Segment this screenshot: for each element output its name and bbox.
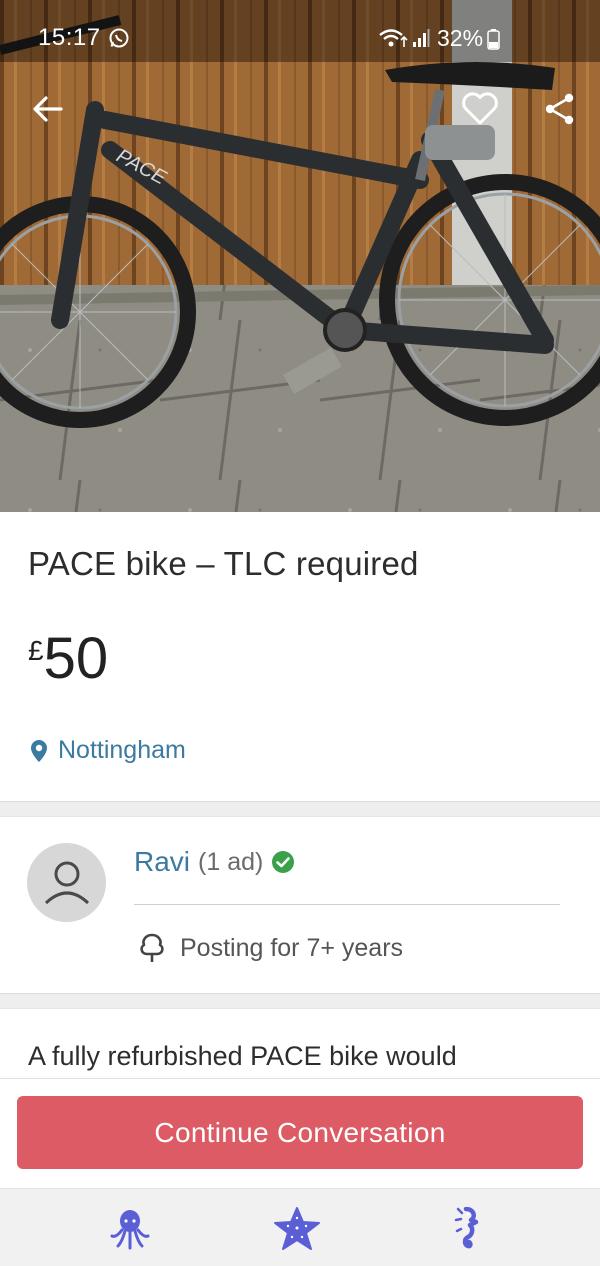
status-bar: 15:17 32%	[0, 0, 600, 62]
status-time: 15:17	[38, 24, 101, 51]
starfish-icon	[274, 1207, 320, 1250]
verified-check-icon	[272, 851, 295, 873]
listing-photo[interactable]: PACE 15:17 32%	[0, 0, 600, 512]
bike-photo: PACE	[0, 0, 600, 512]
battery-icon	[487, 28, 500, 50]
seller-ads-count: (1 ad)	[198, 847, 264, 876]
favourite-button[interactable]	[458, 87, 502, 131]
nav-item-starfish[interactable]	[273, 1205, 321, 1253]
posting-since-text: Posting for 7+ years	[180, 933, 404, 962]
section-divider	[0, 993, 600, 1009]
seller-avatar[interactable]	[27, 843, 106, 922]
user-icon	[44, 861, 89, 904]
price-amount: 50	[43, 626, 109, 691]
listing-description: A fully refurbished PACE bike would	[28, 1041, 457, 1071]
tree-icon	[140, 933, 164, 962]
back-button[interactable]	[25, 87, 69, 131]
listing-title: PACE bike – TLC required	[28, 545, 419, 582]
section-divider	[0, 801, 600, 817]
back-arrow-icon	[33, 96, 63, 122]
listing-price: £50	[28, 625, 108, 692]
share-icon	[545, 93, 574, 125]
nav-item-octopus[interactable]	[106, 1205, 154, 1253]
price-currency: £	[28, 635, 44, 666]
bottom-navigation	[0, 1188, 600, 1266]
whatsapp-icon	[108, 27, 130, 49]
battery-level: 32%	[437, 25, 484, 51]
nav-item-seahorse[interactable]	[441, 1205, 489, 1253]
seller-separator	[134, 904, 560, 905]
listing-location[interactable]: Nottingham	[30, 736, 186, 765]
location-label: Nottingham	[58, 736, 186, 764]
seller-info[interactable]: Ravi (1 ad)	[134, 846, 295, 878]
seller-posting-since: Posting for 7+ years	[138, 932, 403, 964]
seller-name[interactable]: Ravi	[134, 846, 190, 878]
seahorse-icon	[454, 1207, 479, 1249]
share-button[interactable]	[538, 87, 582, 131]
heart-icon	[462, 92, 498, 125]
octopus-icon	[110, 1210, 150, 1250]
location-pin-icon	[31, 739, 47, 762]
wifi-icon	[378, 27, 408, 49]
signal-icon	[412, 27, 430, 49]
continue-conversation-button[interactable]: Continue Conversation	[17, 1096, 583, 1169]
